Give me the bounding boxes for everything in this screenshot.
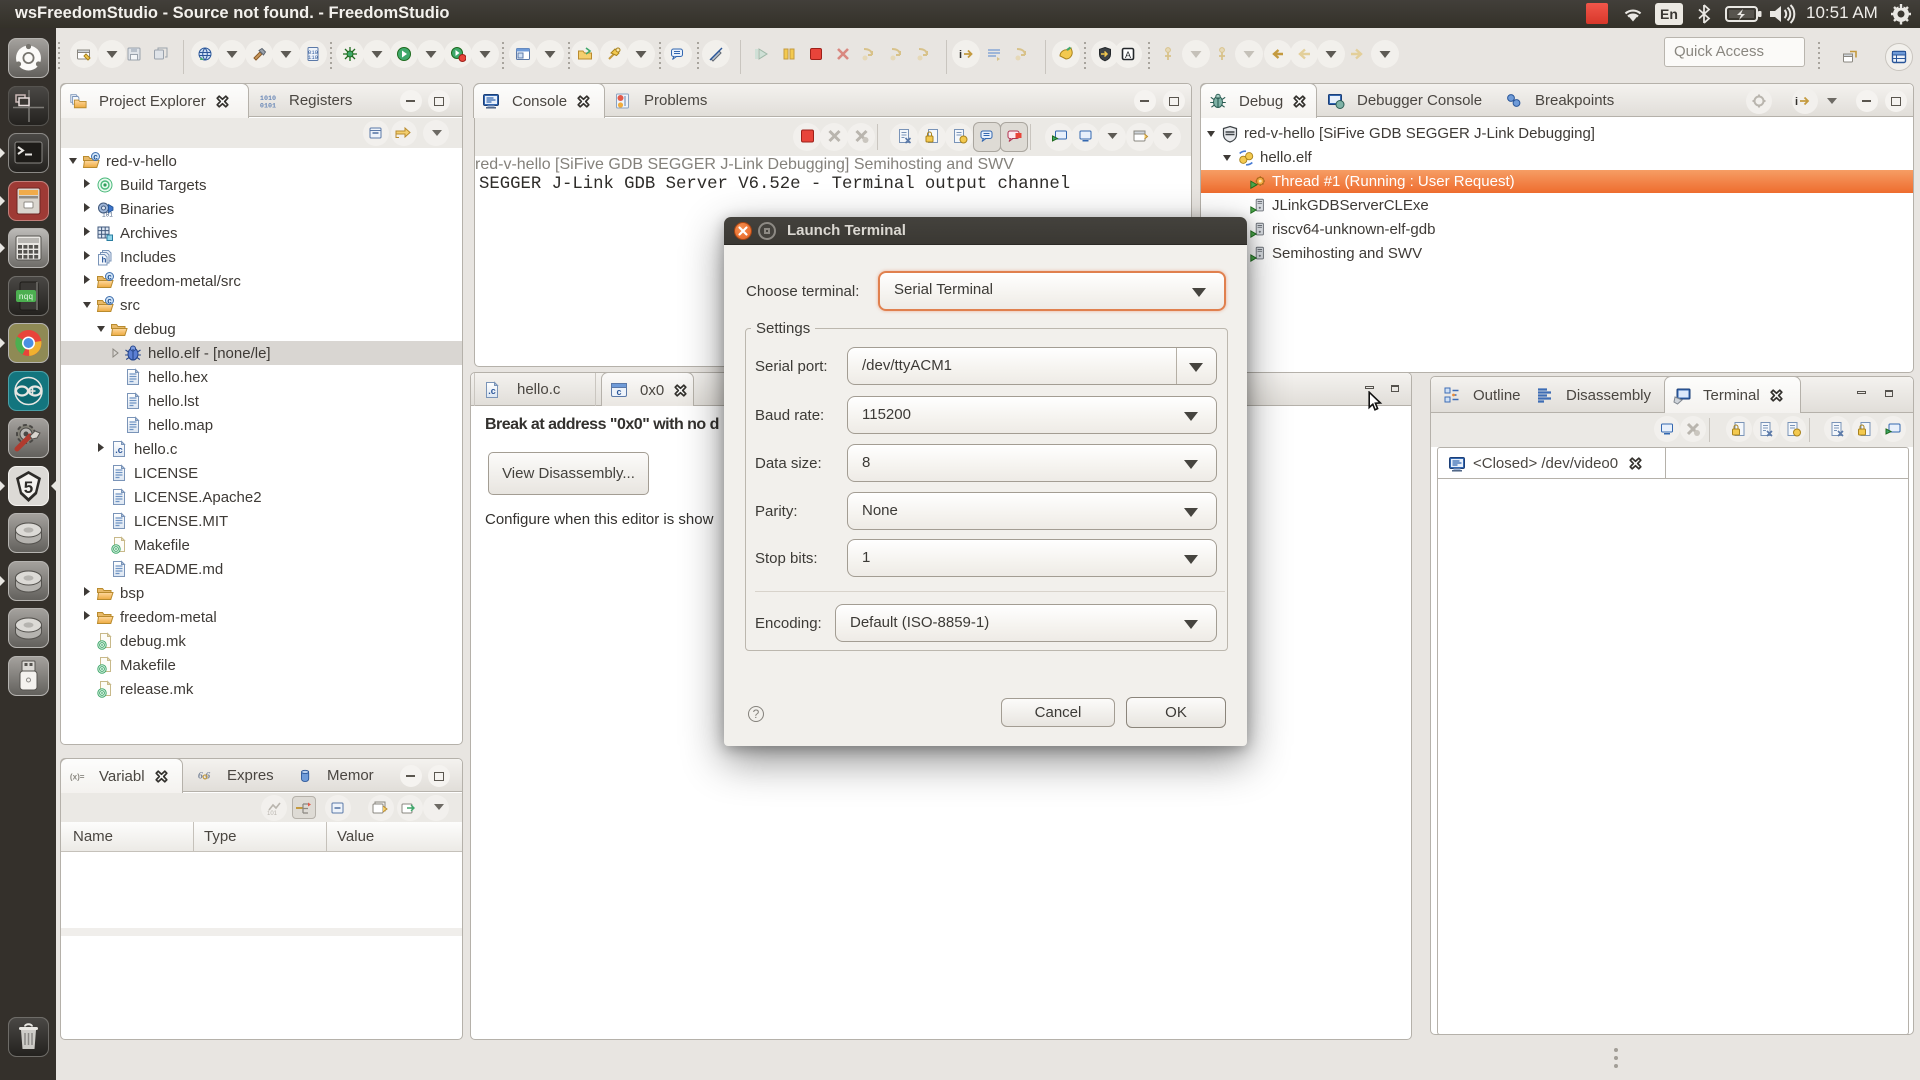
svg-text:nqq: nqq bbox=[19, 293, 34, 302]
svg-text:110: 110 bbox=[308, 54, 318, 61]
svg-text:i: i bbox=[959, 49, 962, 61]
svg-text:5: 5 bbox=[24, 478, 33, 497]
svg-text:i: i bbox=[1795, 96, 1798, 108]
svg-text:c: c bbox=[616, 387, 621, 397]
svg-text:A: A bbox=[1125, 50, 1131, 60]
svg-text:101: 101 bbox=[267, 811, 278, 816]
